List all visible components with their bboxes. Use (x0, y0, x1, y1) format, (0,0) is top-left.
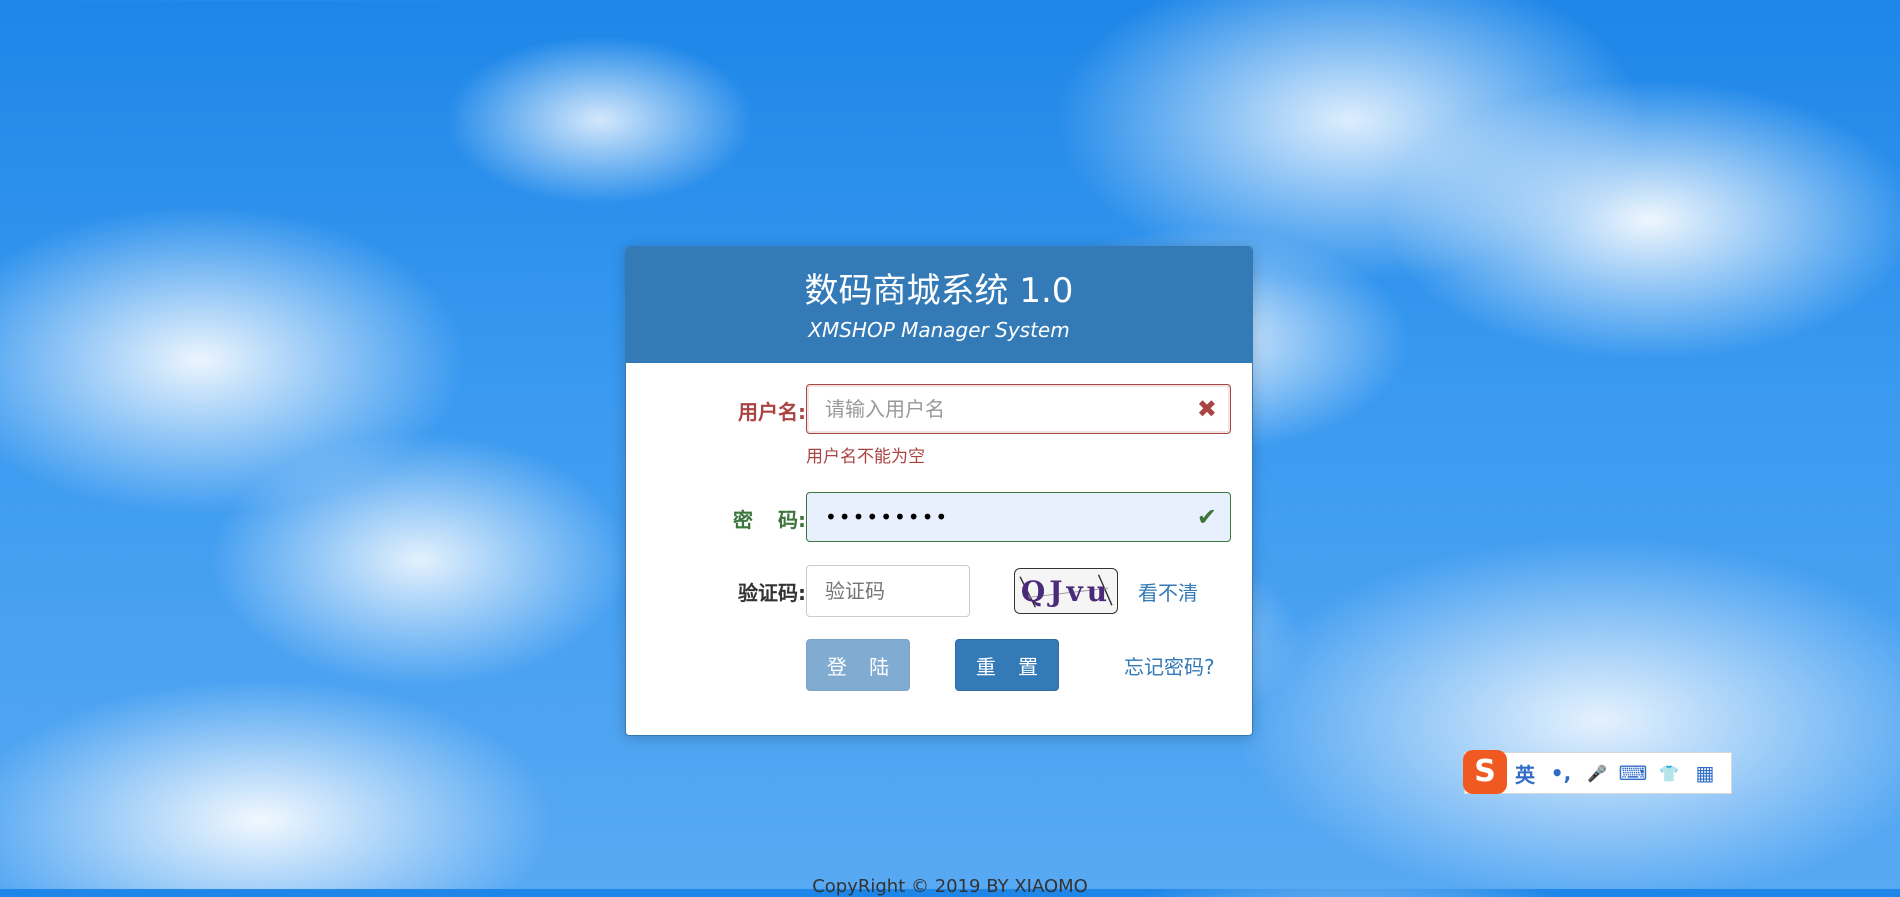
captcha-input[interactable] (806, 565, 970, 617)
captcha-image[interactable]: QJvu (1014, 568, 1118, 614)
microphone-icon[interactable]: 🎤 (1579, 764, 1615, 783)
captcha-text: QJvu (1020, 574, 1112, 608)
skin-shirt-icon[interactable]: 👕 (1651, 764, 1687, 783)
ime-language-toggle[interactable]: 英 (1507, 759, 1543, 788)
ime-toolbar: S 英 •, 🎤 ⌨ 👕 ▦ (1463, 750, 1732, 794)
password-label: 密 码: (733, 508, 806, 532)
close-icon: ✖ (1196, 395, 1217, 423)
reset-button[interactable]: 重 置 (955, 639, 1059, 691)
username-label: 用户名: (738, 400, 806, 424)
forgot-password-link[interactable]: 忘记密码? (1124, 651, 1215, 680)
check-icon: ✔ (1196, 503, 1217, 531)
password-input[interactable] (806, 492, 1231, 542)
captcha-label: 验证码: (738, 581, 806, 605)
ime-punctuation-icon[interactable]: •, (1543, 761, 1579, 785)
toolbox-grid-icon[interactable]: ▦ (1687, 761, 1723, 785)
page-subtitle: XMSHOP Manager System (808, 318, 1070, 342)
keyboard-icon[interactable]: ⌨ (1615, 761, 1651, 785)
page-title: 数码商城系统 1.0 (804, 271, 1074, 311)
login-button[interactable]: 登 陆 (806, 639, 910, 691)
panel-header: 数码商城系统 1.0 XMSHOP Manager System (626, 247, 1252, 363)
footer-copyright: CopyRight © 2019 BY XIAOMO (812, 876, 1088, 897)
username-field-wrap: ✖ (806, 384, 1231, 434)
captcha-refresh-link[interactable]: 看不清 (1138, 577, 1198, 606)
sogou-logo-icon[interactable]: S (1463, 750, 1507, 794)
password-field-wrap: ✔ (806, 492, 1231, 542)
captcha-field-wrap (806, 565, 970, 617)
username-error-message: 用户名不能为空 (806, 447, 925, 467)
login-panel: 数码商城系统 1.0 XMSHOP Manager System 用户名: ✖ … (625, 246, 1253, 736)
username-input[interactable] (806, 384, 1231, 434)
